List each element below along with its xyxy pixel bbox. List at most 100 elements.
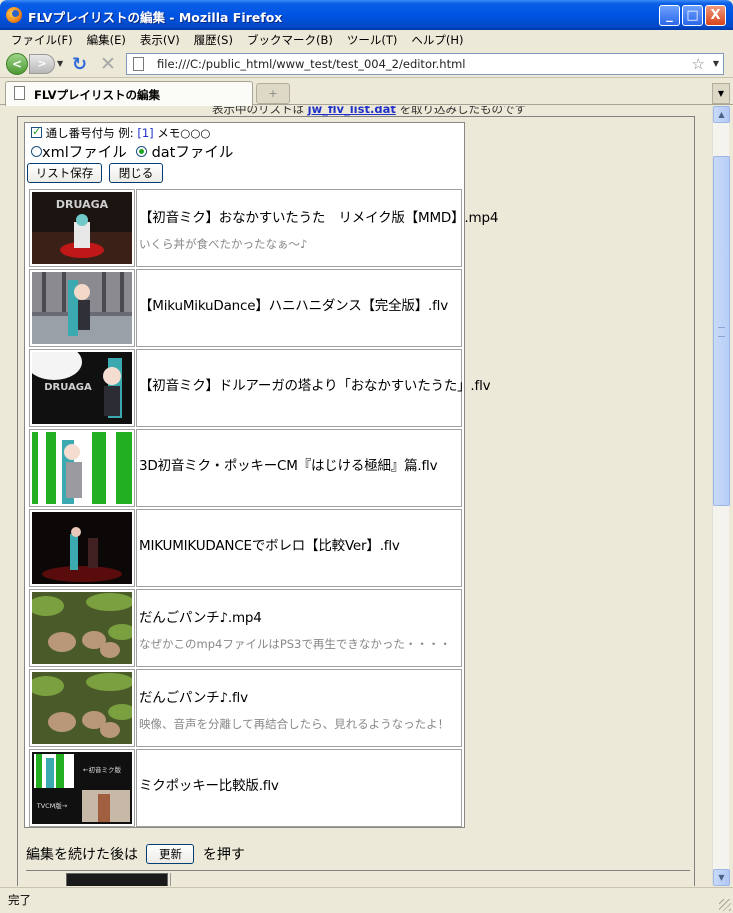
serial-label: 通し番号付与 例:	[45, 126, 134, 140]
playlist-row[interactable]: 【MikuMikuDance】ハニハニダンス【完全版】.flv	[29, 269, 462, 347]
thumbnail-cell	[29, 589, 135, 667]
video-title[interactable]: だんごパンチ♪.mp4	[139, 606, 262, 626]
back-button[interactable]: <	[6, 53, 28, 75]
info-cell: MIKUMIKUDANCEでボレロ【比較Ver】.flv	[136, 509, 462, 587]
bookmark-star-icon[interactable]: ☆	[692, 55, 705, 73]
thumbnail-cell	[29, 509, 135, 587]
tab-bar: FLVプレイリストの編集 + ▼	[0, 79, 733, 106]
video-title[interactable]: 【初音ミク】おなかすいたうた リメイク版【MMD】.mp4	[139, 206, 498, 226]
thumb-caption: ←初音ミク版	[83, 765, 121, 774]
serial-option: 通し番号付与 例: [1] メモ○○○	[31, 125, 210, 141]
after-edit-instruction: 編集を続けた後は 更新 を押す	[26, 844, 245, 864]
reload-button[interactable]: ↻	[72, 54, 87, 75]
video-title[interactable]: 3D初音ミク・ポッキーCM『はじける極細』篇.flv	[139, 454, 438, 474]
video-thumbnail[interactable]	[32, 672, 132, 744]
list-file-link[interactable]: jw_flv_list.dat	[308, 106, 396, 116]
new-tab-button[interactable]: +	[256, 83, 290, 104]
menu-edit[interactable]: 編集(E)	[80, 32, 133, 48]
info-cell: だんごパンチ♪.flv 映像、音声を分離して再結合したら、見れるようなったよ！	[136, 669, 462, 747]
tab-active[interactable]: FLVプレイリストの編集	[5, 81, 253, 106]
menu-bar: ファイル(F) 編集(E) 表示(V) 履歴(S) ブックマーク(B) ツール(…	[0, 30, 733, 50]
url-bar[interactable]: file:///C:/public_html/www_test/test_004…	[126, 53, 724, 75]
playlist-row[interactable]: だんごパンチ♪.mp4 なぜかこのmp4ファイルはPS3で再生できなかった・・・…	[29, 589, 462, 667]
video-title[interactable]: 【初音ミク】ドルアーガの塔より「おなかすいたうた」.flv	[139, 374, 491, 394]
playlist-row[interactable]: 3D初音ミク・ポッキーCM『はじける極細』篇.flv	[29, 429, 462, 507]
playlist-row[interactable]: ←初音ミク版 TVCM版→ ミクポッキー比較版.flv	[29, 749, 462, 827]
forward-button[interactable]: >	[29, 54, 55, 74]
status-text: 完了	[8, 893, 31, 907]
dat-radio[interactable]	[135, 146, 147, 157]
video-memo[interactable]: いくら丼が食べたかったなぁ～♪	[139, 236, 307, 252]
info-cell: 3D初音ミク・ポッキーCM『はじける極細』篇.flv	[136, 429, 462, 507]
menu-file[interactable]: ファイル(F)	[4, 32, 80, 48]
dat-label: datファイル	[151, 145, 234, 161]
menu-tools[interactable]: ツール(T)	[340, 32, 405, 48]
video-title[interactable]: 【MikuMikuDance】ハニハニダンス【完全版】.flv	[139, 294, 448, 314]
thumbnail-cell	[29, 429, 135, 507]
info-cell: 【MikuMikuDance】ハニハニダンス【完全版】.flv	[136, 269, 462, 347]
save-list-button[interactable]: リスト保存	[27, 163, 102, 183]
menu-view[interactable]: 表示(V)	[133, 32, 187, 48]
video-title[interactable]: だんごパンチ♪.flv	[139, 686, 248, 706]
scroll-down-button[interactable]: ▼	[713, 869, 730, 886]
video-title[interactable]: MIKUMIKUDANCEでボレロ【比較Ver】.flv	[139, 534, 400, 554]
serial-checkbox[interactable]	[31, 125, 42, 138]
video-title[interactable]: ミクポッキー比較版.flv	[139, 774, 279, 794]
video-memo[interactable]: 映像、音声を分離して再結合したら、見れるようなったよ！	[139, 716, 449, 732]
tab-list-button[interactable]: ▼	[712, 83, 730, 104]
thumbnail-cell: DRUAGA	[29, 349, 135, 427]
menu-help[interactable]: ヘルプ(H)	[404, 32, 470, 48]
video-thumbnail[interactable]: DRUAGA	[32, 192, 132, 264]
video-thumbnail[interactable]	[32, 272, 132, 344]
info-cell: 【初音ミク】おなかすいたうた リメイク版【MMD】.mp4 いくら丼が食べたかっ…	[136, 189, 498, 267]
video-thumbnail[interactable]	[32, 592, 132, 664]
title-bar: FLVプレイリストの編集 - Mozilla Firefox _ □ X	[0, 0, 733, 30]
vertical-scrollbar[interactable]: ▲ ▼	[712, 106, 730, 886]
video-thumbnail[interactable]	[32, 512, 132, 584]
playlist-panel: 通し番号付与 例: [1] メモ○○○ xmlファイル datファイル リスト保…	[24, 122, 498, 829]
page-content: 表示中のリストは jw_flv_list.dat を取り込みしたものです 通し番…	[0, 106, 712, 886]
thumb-caption: DRUAGA	[56, 198, 109, 211]
serial-suffix: メモ○○○	[157, 126, 211, 140]
video-thumbnail[interactable]: ←初音ミク版 TVCM版→	[32, 752, 132, 824]
playlist-row[interactable]: DRUAGA 【初音ミク】ドルアーガの塔より「おなかすいたうた」.flv	[29, 349, 491, 427]
video-thumbnail[interactable]	[32, 432, 132, 504]
playlist-row[interactable]: DRUAGA 【初音ミク】おなかすいたうた リメイク版【MMD】.mp4 いくら…	[29, 189, 498, 267]
history-dropdown-icon[interactable]: ▼	[57, 59, 63, 68]
url-text[interactable]: file:///C:/public_html/www_test/test_004…	[157, 57, 466, 71]
menu-history[interactable]: 履歴(S)	[187, 32, 240, 48]
window-title: FLVプレイリストの編集 - Mozilla Firefox	[28, 10, 283, 25]
url-dropdown-icon[interactable]: ▼	[713, 59, 719, 68]
maximize-button[interactable]: □	[682, 5, 703, 26]
status-bar: 完了	[0, 887, 733, 913]
scroll-up-button[interactable]: ▲	[713, 106, 730, 123]
close-button[interactable]: 閉じる	[109, 163, 163, 183]
browser-window: FLVプレイリストの編集 - Mozilla Firefox _ □ X ファイ…	[0, 0, 733, 913]
thumb-caption-2: TVCM版→	[36, 801, 68, 810]
info-cell: だんごパンチ♪.mp4 なぜかこのmp4ファイルはPS3で再生できなかった・・・…	[136, 589, 462, 667]
tab-label: FLVプレイリストの編集	[34, 88, 160, 102]
menu-bookmarks[interactable]: ブックマーク(B)	[240, 32, 340, 48]
xml-label: xmlファイル	[42, 145, 127, 161]
video-thumbnail[interactable]: DRUAGA	[32, 352, 132, 424]
resize-grip-icon[interactable]	[719, 899, 731, 911]
thumb-caption: DRUAGA	[44, 382, 92, 393]
stop-button[interactable]: ✕	[100, 53, 116, 75]
close-window-button[interactable]: X	[705, 5, 726, 26]
next-row-preview	[26, 870, 690, 886]
refresh-button[interactable]: 更新	[146, 844, 195, 864]
playlist-table: DRUAGA 【初音ミク】おなかすいたうた リメイク版【MMD】.mp4 いくら…	[29, 189, 498, 829]
thumbnail-cell	[29, 269, 135, 347]
top-note-prefix: 表示中のリストは	[212, 106, 304, 116]
playlist-row[interactable]: MIKUMIKUDANCEでボレロ【比較Ver】.flv	[29, 509, 462, 587]
scroll-thumb[interactable]	[713, 156, 730, 506]
playlist-row[interactable]: だんごパンチ♪.flv 映像、音声を分離して再結合したら、見れるようなったよ！	[29, 669, 462, 747]
top-note-suffix: を取り込みしたものです	[399, 106, 526, 116]
video-memo[interactable]: なぜかこのmp4ファイルはPS3で再生できなかった・・・・	[139, 636, 451, 652]
tab-page-icon	[14, 86, 25, 100]
xml-radio[interactable]	[31, 146, 42, 157]
minimize-button[interactable]: _	[659, 5, 680, 26]
video-thumbnail[interactable]	[66, 873, 168, 886]
after-edit-prefix: 編集を続けた後は	[26, 847, 138, 863]
info-cell: ミクポッキー比較版.flv	[136, 749, 462, 827]
